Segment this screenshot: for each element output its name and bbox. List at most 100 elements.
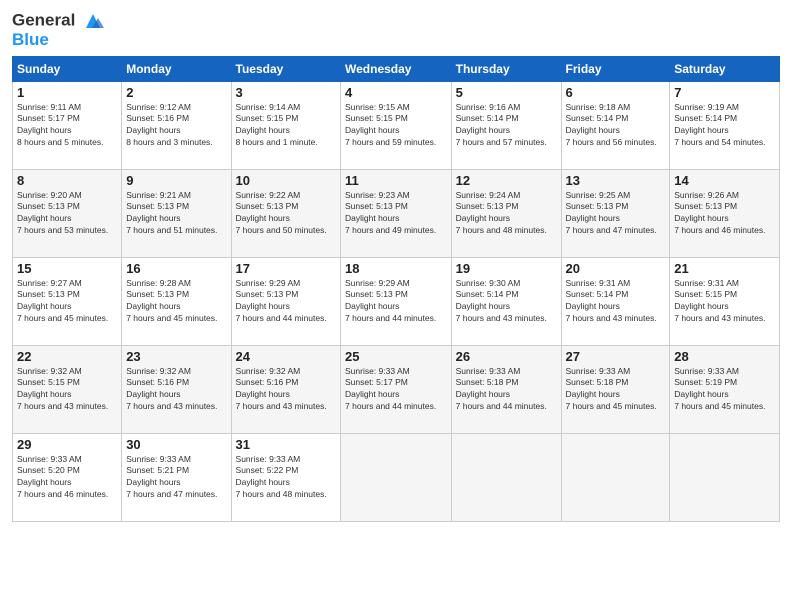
day-number: 7 xyxy=(674,85,775,100)
day-number: 28 xyxy=(674,349,775,364)
day-number: 16 xyxy=(126,261,226,276)
day-cell: 28 Sunrise: 9:33 AM Sunset: 5:19 PM Dayl… xyxy=(670,345,780,433)
day-number: 21 xyxy=(674,261,775,276)
day-info: Sunrise: 9:33 AM Sunset: 5:21 PM Dayligh… xyxy=(126,454,226,502)
weekday-saturday: Saturday xyxy=(670,56,780,81)
day-info: Sunrise: 9:19 AM Sunset: 5:14 PM Dayligh… xyxy=(674,102,775,150)
weekday-header-row: SundayMondayTuesdayWednesdayThursdayFrid… xyxy=(13,56,780,81)
day-info: Sunrise: 9:25 AM Sunset: 5:13 PM Dayligh… xyxy=(566,190,666,238)
logo-text: General Blue xyxy=(12,10,104,50)
day-cell: 1 Sunrise: 9:11 AM Sunset: 5:17 PM Dayli… xyxy=(13,81,122,169)
day-info: Sunrise: 9:23 AM Sunset: 5:13 PM Dayligh… xyxy=(345,190,447,238)
logo: General Blue xyxy=(12,10,104,50)
day-cell xyxy=(670,433,780,521)
day-info: Sunrise: 9:12 AM Sunset: 5:16 PM Dayligh… xyxy=(126,102,226,150)
day-info: Sunrise: 9:21 AM Sunset: 5:13 PM Dayligh… xyxy=(126,190,226,238)
week-row-3: 15 Sunrise: 9:27 AM Sunset: 5:13 PM Dayl… xyxy=(13,257,780,345)
weekday-sunday: Sunday xyxy=(13,56,122,81)
day-number: 12 xyxy=(456,173,557,188)
day-cell: 20 Sunrise: 9:31 AM Sunset: 5:14 PM Dayl… xyxy=(561,257,670,345)
day-info: Sunrise: 9:16 AM Sunset: 5:14 PM Dayligh… xyxy=(456,102,557,150)
day-cell: 22 Sunrise: 9:32 AM Sunset: 5:15 PM Dayl… xyxy=(13,345,122,433)
day-number: 31 xyxy=(236,437,336,452)
day-number: 23 xyxy=(126,349,226,364)
day-info: Sunrise: 9:30 AM Sunset: 5:14 PM Dayligh… xyxy=(456,278,557,326)
day-cell: 12 Sunrise: 9:24 AM Sunset: 5:13 PM Dayl… xyxy=(451,169,561,257)
day-cell: 2 Sunrise: 9:12 AM Sunset: 5:16 PM Dayli… xyxy=(122,81,231,169)
day-info: Sunrise: 9:31 AM Sunset: 5:15 PM Dayligh… xyxy=(674,278,775,326)
day-cell: 5 Sunrise: 9:16 AM Sunset: 5:14 PM Dayli… xyxy=(451,81,561,169)
day-number: 4 xyxy=(345,85,447,100)
day-info: Sunrise: 9:20 AM Sunset: 5:13 PM Dayligh… xyxy=(17,190,117,238)
day-info: Sunrise: 9:14 AM Sunset: 5:15 PM Dayligh… xyxy=(236,102,336,150)
day-info: Sunrise: 9:22 AM Sunset: 5:13 PM Dayligh… xyxy=(236,190,336,238)
day-number: 25 xyxy=(345,349,447,364)
day-number: 14 xyxy=(674,173,775,188)
day-number: 20 xyxy=(566,261,666,276)
day-number: 5 xyxy=(456,85,557,100)
day-cell: 17 Sunrise: 9:29 AM Sunset: 5:13 PM Dayl… xyxy=(231,257,340,345)
week-row-5: 29 Sunrise: 9:33 AM Sunset: 5:20 PM Dayl… xyxy=(13,433,780,521)
day-info: Sunrise: 9:26 AM Sunset: 5:13 PM Dayligh… xyxy=(674,190,775,238)
day-number: 26 xyxy=(456,349,557,364)
day-number: 30 xyxy=(126,437,226,452)
day-cell: 23 Sunrise: 9:32 AM Sunset: 5:16 PM Dayl… xyxy=(122,345,231,433)
day-number: 27 xyxy=(566,349,666,364)
day-info: Sunrise: 9:24 AM Sunset: 5:13 PM Dayligh… xyxy=(456,190,557,238)
day-number: 8 xyxy=(17,173,117,188)
day-number: 9 xyxy=(126,173,226,188)
weekday-friday: Friday xyxy=(561,56,670,81)
weekday-wednesday: Wednesday xyxy=(341,56,452,81)
day-cell: 9 Sunrise: 9:21 AM Sunset: 5:13 PM Dayli… xyxy=(122,169,231,257)
day-info: Sunrise: 9:29 AM Sunset: 5:13 PM Dayligh… xyxy=(236,278,336,326)
day-cell: 19 Sunrise: 9:30 AM Sunset: 5:14 PM Dayl… xyxy=(451,257,561,345)
day-info: Sunrise: 9:32 AM Sunset: 5:16 PM Dayligh… xyxy=(126,366,226,414)
day-cell: 24 Sunrise: 9:32 AM Sunset: 5:16 PM Dayl… xyxy=(231,345,340,433)
day-number: 24 xyxy=(236,349,336,364)
week-row-4: 22 Sunrise: 9:32 AM Sunset: 5:15 PM Dayl… xyxy=(13,345,780,433)
day-info: Sunrise: 9:18 AM Sunset: 5:14 PM Dayligh… xyxy=(566,102,666,150)
day-cell xyxy=(451,433,561,521)
day-cell: 27 Sunrise: 9:33 AM Sunset: 5:18 PM Dayl… xyxy=(561,345,670,433)
day-number: 2 xyxy=(126,85,226,100)
day-number: 18 xyxy=(345,261,447,276)
day-cell: 3 Sunrise: 9:14 AM Sunset: 5:15 PM Dayli… xyxy=(231,81,340,169)
day-number: 29 xyxy=(17,437,117,452)
day-cell: 8 Sunrise: 9:20 AM Sunset: 5:13 PM Dayli… xyxy=(13,169,122,257)
day-cell: 15 Sunrise: 9:27 AM Sunset: 5:13 PM Dayl… xyxy=(13,257,122,345)
day-info: Sunrise: 9:33 AM Sunset: 5:18 PM Dayligh… xyxy=(566,366,666,414)
day-info: Sunrise: 9:33 AM Sunset: 5:22 PM Dayligh… xyxy=(236,454,336,502)
day-cell: 6 Sunrise: 9:18 AM Sunset: 5:14 PM Dayli… xyxy=(561,81,670,169)
header: General Blue xyxy=(12,10,780,50)
calendar-table: SundayMondayTuesdayWednesdayThursdayFrid… xyxy=(12,56,780,522)
day-info: Sunrise: 9:31 AM Sunset: 5:14 PM Dayligh… xyxy=(566,278,666,326)
day-cell: 25 Sunrise: 9:33 AM Sunset: 5:17 PM Dayl… xyxy=(341,345,452,433)
day-cell: 4 Sunrise: 9:15 AM Sunset: 5:15 PM Dayli… xyxy=(341,81,452,169)
logo-block: General Blue xyxy=(12,10,104,50)
day-info: Sunrise: 9:33 AM Sunset: 5:18 PM Dayligh… xyxy=(456,366,557,414)
day-info: Sunrise: 9:33 AM Sunset: 5:17 PM Dayligh… xyxy=(345,366,447,414)
week-row-2: 8 Sunrise: 9:20 AM Sunset: 5:13 PM Dayli… xyxy=(13,169,780,257)
day-cell: 29 Sunrise: 9:33 AM Sunset: 5:20 PM Dayl… xyxy=(13,433,122,521)
day-info: Sunrise: 9:29 AM Sunset: 5:13 PM Dayligh… xyxy=(345,278,447,326)
day-cell: 13 Sunrise: 9:25 AM Sunset: 5:13 PM Dayl… xyxy=(561,169,670,257)
day-cell: 26 Sunrise: 9:33 AM Sunset: 5:18 PM Dayl… xyxy=(451,345,561,433)
day-info: Sunrise: 9:27 AM Sunset: 5:13 PM Dayligh… xyxy=(17,278,117,326)
day-number: 22 xyxy=(17,349,117,364)
day-info: Sunrise: 9:11 AM Sunset: 5:17 PM Dayligh… xyxy=(17,102,117,150)
weekday-monday: Monday xyxy=(122,56,231,81)
day-cell xyxy=(341,433,452,521)
calendar-container: General Blue SundayMondayTuesd xyxy=(0,0,792,612)
day-info: Sunrise: 9:32 AM Sunset: 5:16 PM Dayligh… xyxy=(236,366,336,414)
day-info: Sunrise: 9:28 AM Sunset: 5:13 PM Dayligh… xyxy=(126,278,226,326)
weekday-thursday: Thursday xyxy=(451,56,561,81)
day-number: 3 xyxy=(236,85,336,100)
day-cell: 14 Sunrise: 9:26 AM Sunset: 5:13 PM Dayl… xyxy=(670,169,780,257)
day-cell: 10 Sunrise: 9:22 AM Sunset: 5:13 PM Dayl… xyxy=(231,169,340,257)
day-info: Sunrise: 9:15 AM Sunset: 5:15 PM Dayligh… xyxy=(345,102,447,150)
day-number: 17 xyxy=(236,261,336,276)
day-number: 13 xyxy=(566,173,666,188)
day-number: 15 xyxy=(17,261,117,276)
day-cell: 30 Sunrise: 9:33 AM Sunset: 5:21 PM Dayl… xyxy=(122,433,231,521)
day-cell: 11 Sunrise: 9:23 AM Sunset: 5:13 PM Dayl… xyxy=(341,169,452,257)
